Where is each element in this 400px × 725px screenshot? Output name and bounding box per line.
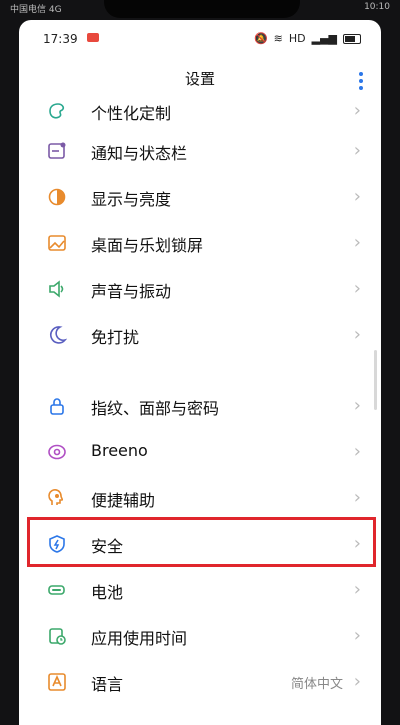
chevron-right-icon: › xyxy=(353,232,361,253)
settings-item-label: 电池 xyxy=(91,583,124,602)
assist-icon xyxy=(48,489,64,505)
chevron-right-icon: › xyxy=(353,671,361,692)
status-bar: 17:39 🔕 ≋ HD ▂▄▆ xyxy=(19,20,381,60)
network-label: HD xyxy=(288,32,306,45)
chevron-right-icon: › xyxy=(353,324,361,345)
wallpaper-icon xyxy=(48,235,66,251)
settings-item-fingerprint[interactable]: 指纹、面部与密码 › xyxy=(19,385,381,429)
highlight-box xyxy=(27,517,376,567)
chevron-right-icon: › xyxy=(353,487,361,508)
settings-item-label: 便捷辅助 xyxy=(91,491,156,510)
settings-item-label: 声音与振动 xyxy=(91,282,172,301)
settings-item-breeno[interactable]: Breeno › xyxy=(19,431,381,475)
settings-item-label: 指纹、面部与密码 xyxy=(91,399,220,418)
chevron-right-icon: › xyxy=(353,579,361,600)
message-badge-icon xyxy=(87,33,99,42)
brightness-icon xyxy=(48,188,66,206)
settings-item-app-usage[interactable]: 应用使用时间 › xyxy=(19,615,381,659)
breeno-icon xyxy=(48,444,66,460)
battery-icon xyxy=(48,585,65,595)
chevron-right-icon: › xyxy=(353,278,361,299)
chevron-right-icon: › xyxy=(353,186,361,207)
settings-item-label: 免打扰 xyxy=(91,328,140,347)
settings-item-notification[interactable]: 通知与状态栏 › xyxy=(19,130,381,174)
lock-icon xyxy=(50,398,64,415)
settings-item-label: 通知与状态栏 xyxy=(91,144,188,163)
chevron-right-icon: › xyxy=(353,140,361,161)
moon-icon xyxy=(50,326,67,344)
signal-icon: ▂▄▆ xyxy=(311,32,337,45)
settings-item-sound[interactable]: 声音与振动 › xyxy=(19,268,381,312)
settings-screen: 17:39 🔕 ≋ HD ▂▄▆ 设置 个性化定制 › 通知与状态栏 › 显示与… xyxy=(19,20,381,725)
volume-icon xyxy=(49,280,64,298)
carrier-text: 中国电信 4G xyxy=(10,5,62,15)
more-options-icon[interactable] xyxy=(359,72,363,90)
status-time: 17:39 xyxy=(43,32,78,46)
settings-item-battery[interactable]: 电池 › xyxy=(19,569,381,613)
scrollbar[interactable] xyxy=(374,350,377,410)
settings-item-label: 语言 xyxy=(91,675,124,694)
settings-item-desktop[interactable]: 桌面与乐划锁屏 › xyxy=(19,222,381,266)
palette-icon xyxy=(49,103,65,119)
outer-clock: 10:10 xyxy=(364,2,390,12)
mute-icon: 🔕 xyxy=(253,32,268,45)
settings-item-label: 显示与亮度 xyxy=(91,190,172,209)
page-title: 设置 xyxy=(184,70,215,88)
settings-item-dnd[interactable]: 免打扰 › xyxy=(19,314,381,358)
chevron-right-icon: › xyxy=(353,100,361,121)
notch xyxy=(104,0,300,18)
battery-status-icon xyxy=(343,33,361,44)
language-icon xyxy=(48,673,66,691)
notification-icon xyxy=(48,142,66,159)
chevron-right-icon: › xyxy=(353,395,361,416)
status-icons: 🔕 ≋ HD ▂▄▆ xyxy=(254,32,361,45)
settings-item-assist[interactable]: 便捷辅助 › xyxy=(19,477,381,521)
chevron-right-icon: › xyxy=(353,625,361,646)
settings-item-label: 桌面与乐划锁屏 xyxy=(91,236,204,255)
wifi-icon: ≋ xyxy=(273,32,283,45)
chevron-right-icon: › xyxy=(353,441,361,462)
timer-icon xyxy=(49,628,66,645)
settings-item-label: Breeno xyxy=(91,441,148,460)
settings-item-personalization[interactable]: 个性化定制 › xyxy=(19,90,381,134)
settings-item-language[interactable]: 语言 简体中文 › xyxy=(19,661,381,705)
language-value: 简体中文 xyxy=(290,677,343,692)
settings-item-display[interactable]: 显示与亮度 › xyxy=(19,176,381,220)
settings-item-label: 个性化定制 xyxy=(91,104,172,123)
settings-item-label: 应用使用时间 xyxy=(91,629,188,648)
